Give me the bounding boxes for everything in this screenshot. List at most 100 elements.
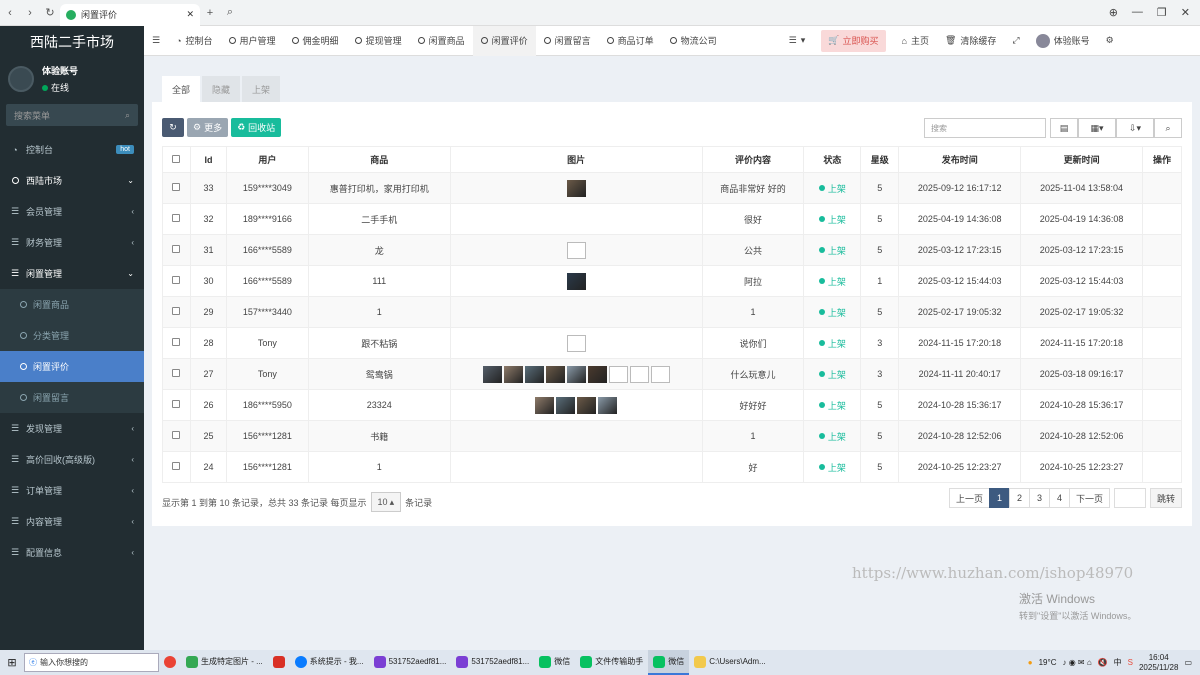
image-thumbnail[interactable]	[556, 396, 576, 414]
reload-icon[interactable]: ↻	[40, 0, 60, 26]
image-thumbnail[interactable]	[566, 179, 586, 197]
broken-image-icon[interactable]	[566, 241, 586, 259]
row-checkbox[interactable]	[172, 183, 181, 191]
refresh-button[interactable]: ↻	[162, 118, 184, 137]
sogou-icon[interactable]: S	[1128, 658, 1133, 667]
more-button[interactable]: ⚙ 更多	[187, 118, 229, 137]
taskbar-app-active[interactable]: 微信	[648, 650, 690, 675]
weather-temp[interactable]: 19°C	[1039, 658, 1057, 667]
sidebar-subitem-messages[interactable]: 闲置留言	[0, 382, 144, 413]
row-checkbox[interactable]	[172, 245, 181, 253]
hamburger-icon[interactable]: ☰	[144, 26, 168, 56]
toggle-view-button[interactable]: ▤	[1050, 118, 1078, 138]
sidebar-item-discover[interactable]: ☰ 发现管理 ‹	[0, 413, 144, 444]
table-row[interactable]: 24 156****1281 1 好上架 5 2024-10-25 12:23:27 202…	[162, 451, 1182, 483]
jump-button[interactable]: 跳转	[1149, 488, 1182, 508]
export-button[interactable]: ⇩▾	[1116, 118, 1154, 138]
table-row[interactable]: 28 Tony 跟不粘锅 说你们 上架 3 2024-11-15 17:20:18 2024-…	[162, 327, 1182, 359]
page-size-select[interactable]: 10 ▴	[370, 492, 402, 512]
row-checkbox[interactable]	[172, 431, 181, 439]
prev-page-button[interactable]: 上一页	[948, 488, 990, 508]
row-checkbox[interactable]	[172, 214, 181, 222]
sidebar-item-config[interactable]: ☰ 配置信息 ‹	[0, 537, 144, 568]
table-row[interactable]: 33 159****3049 惠普打印机，家用打印机 商品非常好 好的 上架 5 2025-…	[162, 172, 1182, 204]
image-thumbnail[interactable]	[587, 365, 607, 383]
row-checkbox[interactable]	[172, 462, 181, 470]
volume-icon[interactable]: 🔇	[1098, 658, 1108, 667]
brand-logo[interactable]: 西陆二手市场	[0, 26, 144, 58]
sidebar-subitem-idle-products[interactable]: 闲置商品	[0, 289, 144, 320]
tab-listed[interactable]: 上架	[242, 76, 281, 102]
taskbar-clock[interactable]: 16:04 2025/11/28	[1139, 653, 1178, 672]
forward-icon[interactable]: ›	[20, 0, 40, 26]
clear-cache-button[interactable]: 🗑 清除缓存	[937, 26, 1004, 56]
col-header[interactable]: Id	[189, 146, 227, 173]
home-button[interactable]: ⌂ 主页	[894, 26, 937, 56]
table-row[interactable]: 31 166****5589 龙公共 上架 5 2025-03-12 17:23:15 20…	[162, 234, 1182, 266]
taskbar-app[interactable]: 生成特定图片 - ...	[181, 650, 268, 675]
table-search-input[interactable]: 搜索	[924, 118, 1046, 138]
wps-app-icon[interactable]	[268, 650, 290, 675]
image-thumbnail[interactable]	[598, 396, 618, 414]
table-row[interactable]: 30 166****5589 111 阿拉 上架 1 2025-03-12 15:44:03…	[162, 265, 1182, 297]
row-checkbox[interactable]	[172, 307, 181, 315]
taskbar-app[interactable]: 531752aedf81...	[369, 650, 452, 675]
chrome-app-icon[interactable]	[159, 650, 181, 675]
globe-icon[interactable]: ⊕	[1109, 6, 1118, 19]
row-checkbox[interactable]	[172, 369, 181, 377]
table-row[interactable]: 29 157****3440 1 1 上架 5 2025-02-17 19:05:32 202…	[162, 296, 1182, 328]
table-row[interactable]: 25 156****1281 书籍 1 上架 5 2024-10-28 12:52:06 20…	[162, 420, 1182, 452]
account-menu[interactable]: 体验账号	[1028, 26, 1098, 56]
topnav-item-reviews[interactable]: 闲置评价	[472, 25, 536, 56]
sidebar-item-finance[interactable]: ☰ 财务管理 ‹	[0, 227, 144, 258]
sidebar-subitem-reviews[interactable]: 闲置评价	[0, 351, 144, 382]
page-button-1[interactable]: 1	[988, 488, 1010, 508]
select-all-checkbox[interactable]	[172, 154, 181, 163]
close-window-icon[interactable]: ✕	[1181, 6, 1190, 19]
sidebar-item-orders[interactable]: ☰ 订单管理 ‹	[0, 475, 144, 506]
tray-icons[interactable]: ♪ ◉ ✉ ⌂	[1062, 658, 1091, 667]
jump-page-input[interactable]	[1113, 488, 1146, 508]
row-checkbox[interactable]	[172, 400, 181, 408]
restore-icon[interactable]: ❐	[1157, 6, 1167, 19]
topnav-item-idle-products[interactable]: 闲置商品	[410, 26, 473, 56]
topnav-item-dashboard[interactable]: ◔ 控制台	[168, 26, 220, 56]
browser-tab[interactable]: 闲置评价 ✕	[60, 3, 200, 26]
sidebar-item-members[interactable]: ☰ 会员管理 ‹	[0, 196, 144, 227]
tab-hidden[interactable]: 隐藏	[202, 76, 241, 102]
taskbar-app[interactable]: 系统提示 - 我...	[290, 650, 369, 675]
topnav-item-withdraw[interactable]: 提现管理	[347, 26, 410, 56]
broken-image-icon[interactable]	[629, 365, 649, 383]
broken-image-icon[interactable]	[650, 365, 670, 383]
sidebar-item-idle[interactable]: ☰ 闲置管理 ⌄	[0, 258, 144, 289]
topnav-item-users[interactable]: 用户管理	[221, 26, 284, 56]
advanced-search-button[interactable]: ⌕	[1154, 118, 1182, 138]
taskbar-app[interactable]: 531752aedf81...	[451, 650, 534, 675]
next-page-button[interactable]: 下一页	[1068, 488, 1110, 508]
topnav-item-commission[interactable]: 佣金明细	[284, 26, 347, 56]
broken-image-icon[interactable]	[566, 334, 586, 352]
close-tab-icon[interactable]: ✕	[186, 9, 194, 20]
sidebar-subitem-categories[interactable]: 分类管理	[0, 320, 144, 351]
image-thumbnail[interactable]	[524, 365, 544, 383]
page-button-4[interactable]: 4	[1048, 488, 1070, 508]
taskbar-app[interactable]: 微信	[534, 650, 575, 675]
row-checkbox[interactable]	[172, 276, 181, 284]
taskbar-app[interactable]: C:\Users\Adm...	[689, 650, 770, 675]
topnav-item-messages[interactable]: 闲置留言	[536, 26, 599, 56]
new-tab-icon[interactable]: +	[200, 0, 220, 26]
page-button-3[interactable]: 3	[1028, 488, 1050, 508]
row-checkbox[interactable]	[172, 338, 181, 346]
taskbar-app[interactable]: 文件传输助手	[575, 650, 648, 675]
table-row[interactable]: 32 189****9166 二手手机 很好 上架 5 2025-04-19 14:36:0…	[162, 203, 1182, 235]
windows-start-icon[interactable]: ⊞	[0, 656, 24, 669]
topnav-item-logistics[interactable]: 物流公司	[662, 26, 725, 56]
columns-button[interactable]: ▦▾	[1078, 118, 1116, 138]
search-icon[interactable]: ⌕	[220, 0, 240, 26]
sidebar-item-dashboard[interactable]: ◔ 控制台 hot	[0, 134, 144, 165]
back-icon[interactable]: ‹	[0, 0, 20, 26]
ime-indicator[interactable]: 中	[1114, 657, 1122, 668]
notification-icon[interactable]: ▭	[1184, 658, 1192, 667]
fullscreen-button[interactable]: ⤢	[1004, 26, 1027, 56]
recycle-bin-button[interactable]: ♻ 回收站	[231, 118, 282, 137]
